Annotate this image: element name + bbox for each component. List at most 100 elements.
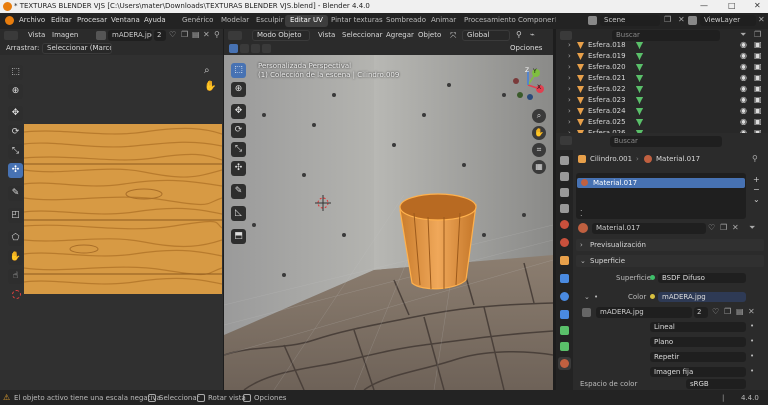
slot-specials-icon[interactable]: ⌄ (753, 195, 760, 204)
mesh-data-icon[interactable] (636, 42, 643, 49)
minimize-button[interactable]: — (700, 1, 708, 10)
material-slot-name[interactable]: Material.017 (593, 179, 637, 187)
add-slot-icon[interactable]: + (753, 175, 760, 184)
zoom-icon[interactable]: ⌕ (204, 65, 210, 76)
blender-menu-icon[interactable] (5, 16, 14, 25)
image-open-icon[interactable]: ▤ (736, 307, 744, 316)
colorspace-dropdown[interactable]: sRGB (686, 379, 746, 389)
mesh-data-icon[interactable] (636, 75, 643, 82)
mesh-data-icon[interactable] (636, 108, 643, 115)
3d-viewport[interactable]: ⬚ ⊕ ✥ ⟳ ⤡ ✣ ✎ ◺ ⬒ Personalizada Perspect… (224, 55, 553, 390)
render-camera-icon[interactable]: ▣ (754, 106, 762, 115)
color-image-field[interactable]: mADERA.jpg (658, 292, 746, 302)
select-extend-icon[interactable] (240, 44, 249, 53)
unlink-image-icon[interactable]: ✕ (203, 30, 210, 39)
vp-select-tool-icon[interactable]: ⬚ (231, 63, 246, 78)
uv-image-name[interactable]: mADERA.jpg (108, 30, 152, 41)
outliner-row[interactable]: › Esfera.020 ◉ ▣ (556, 62, 768, 73)
particles-tab-icon[interactable] (560, 292, 569, 301)
relax-tool-icon[interactable]: ✋ (8, 250, 23, 265)
render-camera-icon[interactable]: ▣ (754, 73, 762, 82)
duplicate-image-icon[interactable]: ❐ (181, 30, 188, 39)
copy-scene-icon[interactable]: ❐ (664, 15, 671, 24)
viewlayer-selector[interactable]: ViewLayer (700, 15, 756, 26)
image-fake-user-icon[interactable]: ♡ (712, 307, 719, 316)
tab-esculpir[interactable]: Esculpir (251, 15, 289, 27)
mesh-data-icon[interactable] (636, 53, 643, 60)
visibility-eye-icon[interactable]: ◉ (740, 62, 747, 71)
mesh-data-icon[interactable] (636, 119, 643, 126)
vp-menu-seleccionar[interactable]: Seleccionar (342, 31, 383, 39)
material-tab-icon[interactable] (560, 359, 569, 368)
vp-pan-icon[interactable]: ✋ (532, 126, 546, 140)
expand-arrow-icon[interactable]: › (568, 107, 571, 115)
tab-modelar[interactable]: Modelar (216, 15, 254, 27)
tab-sombreado[interactable]: Sombreado (381, 15, 431, 27)
close-viewlayer-icon[interactable]: ✕ (758, 15, 765, 24)
material-browse-icon[interactable] (578, 223, 588, 233)
move-tool-icon[interactable]: ✥ (8, 106, 23, 121)
grab-tool-icon[interactable]: ⬠ (8, 231, 23, 246)
projection-dropdown[interactable]: Plano (650, 337, 746, 347)
vp-annotate-tool-icon[interactable]: ✎ (231, 184, 246, 199)
vp-menu-vista[interactable]: Vista (318, 31, 335, 39)
constraints-tab-icon[interactable] (560, 326, 569, 335)
properties-editor-type-icon[interactable] (560, 136, 572, 145)
cursor-tool-icon[interactable]: ⬚ (8, 65, 23, 80)
viewport-editor-type-icon[interactable] (228, 31, 242, 40)
properties-pin-icon[interactable]: ⚲ (752, 154, 758, 163)
pin-icon[interactable]: ⚲ (214, 30, 220, 39)
tab-pintar-texturas[interactable]: Pintar texturas (326, 15, 388, 27)
material-link-dropdown-icon[interactable]: ⏷ (749, 223, 755, 233)
render-camera-icon[interactable]: ▣ (754, 40, 762, 49)
tab-animar[interactable]: Animar (426, 15, 461, 27)
close-scene-icon[interactable]: ✕ (678, 15, 685, 24)
vp-menu-agregar[interactable]: Agregar (386, 31, 414, 39)
close-button[interactable]: ✕ (754, 1, 761, 10)
select-subtract-icon[interactable] (251, 44, 260, 53)
outliner-row[interactable]: › Esfera.018 ◉ ▣ (556, 40, 768, 51)
menu-editar[interactable]: Editar (51, 16, 72, 24)
outliner-item-name[interactable]: Esfera.019 (588, 52, 626, 60)
scale-tool-icon[interactable]: ⤡ (8, 144, 23, 159)
outliner-item-name[interactable]: Esfera.020 (588, 63, 626, 71)
vp-add-cube-tool-icon[interactable]: ⬒ (231, 229, 246, 244)
uv-menu-vista[interactable]: Vista (28, 31, 45, 39)
pinch-tool-icon[interactable]: ☝ (8, 269, 23, 284)
visibility-eye-icon[interactable]: ◉ (740, 40, 747, 49)
expand-arrow-icon[interactable]: › (568, 63, 571, 71)
outliner-new-collection-icon[interactable]: ❐ (754, 30, 761, 39)
render-tab-icon[interactable] (560, 172, 569, 181)
render-camera-icon[interactable]: ▣ (754, 51, 762, 60)
annotate-tool-icon[interactable]: ✎ (8, 186, 23, 201)
expand-arrow-icon[interactable]: › (568, 118, 571, 126)
scene-selector[interactable]: Scene (600, 15, 660, 26)
visibility-eye-icon[interactable]: ◉ (740, 73, 747, 82)
tab-procesamiento[interactable]: Procesamiento (459, 15, 521, 27)
outliner-row[interactable]: › Esfera.021 ◉ ▣ (556, 73, 768, 84)
outliner-item-name[interactable]: Esfera.023 (588, 96, 626, 104)
menu-ventana[interactable]: Ventana (111, 16, 140, 24)
scene-tab-icon[interactable] (560, 220, 569, 229)
outliner-row[interactable]: › Esfera.024 ◉ ▣ (556, 106, 768, 117)
tab-editar-uv[interactable]: Editar UV (285, 15, 328, 27)
menu-ayuda[interactable]: Ayuda (144, 16, 166, 24)
outliner-item-name[interactable]: Esfera.024 (588, 107, 626, 115)
navigation-gizmo[interactable]: Y X Z (510, 67, 546, 103)
material-duplicate-icon[interactable]: ❐ (720, 223, 727, 232)
pan-hand-icon[interactable]: ✋ (204, 81, 216, 92)
material-name-field[interactable]: Material.017 (592, 223, 706, 234)
render-camera-icon[interactable]: ▣ (754, 117, 762, 126)
material-fake-user-icon[interactable]: ♡ (708, 223, 715, 232)
extension-dropdown[interactable]: Repetir (650, 352, 746, 362)
vp-cursor-tool-icon[interactable]: ⊕ (231, 82, 246, 97)
cursor-3d-icon[interactable]: ⊕ (8, 84, 23, 99)
outliner-item-name[interactable]: Esfera.025 (588, 118, 626, 126)
source-dropdown[interactable]: Imagen fija (650, 367, 746, 377)
surface-shader-field[interactable]: BSDF Difuso (658, 273, 746, 283)
drag-mode-dropdown[interactable]: Seleccionar (Marco) (42, 43, 112, 54)
open-image-icon[interactable]: ▤ (192, 30, 200, 39)
rotate-tool-icon[interactable]: ⟳ (8, 125, 23, 140)
render-camera-icon[interactable]: ▣ (754, 84, 762, 93)
mesh-data-icon[interactable] (636, 64, 643, 71)
